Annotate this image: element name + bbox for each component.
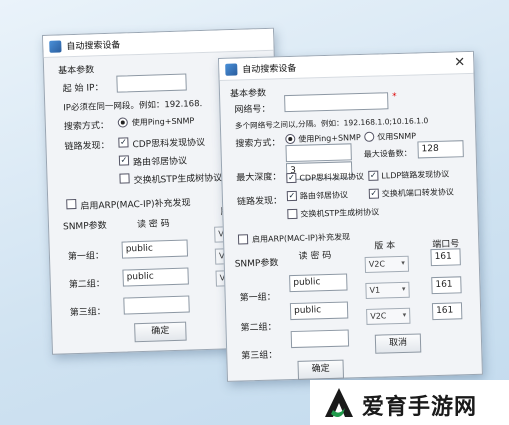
back-snmp-params: SNMP参数 xyxy=(62,221,107,233)
front-group2-version-value: V1 xyxy=(369,285,381,295)
front-ospf-checkbox[interactable]: ✓ xyxy=(286,190,298,202)
front-basic-params: 基本参数 xyxy=(229,88,267,100)
front-ospf-label: 路由邻居协议 xyxy=(299,190,348,201)
chevron-down-icon: ▾ xyxy=(401,258,405,267)
front-group3-version[interactable]: V2C ▾ xyxy=(366,307,411,325)
front-search-extra-input[interactable] xyxy=(285,143,352,163)
back-group1-label: 第一组： xyxy=(67,251,105,263)
front-version-header: 版 本 xyxy=(374,241,396,252)
app-icon xyxy=(225,62,238,76)
chevron-down-icon: ▾ xyxy=(402,310,407,319)
front-titlebar: 自动搜索设备 ✕ xyxy=(219,51,474,81)
front-cancel-button[interactable]: 取消 xyxy=(374,333,422,354)
chevron-down-icon: ▾ xyxy=(401,284,406,293)
front-radio-snmp-only[interactable] xyxy=(364,131,375,142)
front-subnet-input[interactable] xyxy=(284,92,389,113)
back-read-pwd-header: 读 密 码 xyxy=(136,219,170,231)
front-lldp-checkbox[interactable]: ✓ xyxy=(368,170,379,181)
back-arp-checkbox[interactable] xyxy=(66,199,77,210)
front-snmp-params: SNMP参数 xyxy=(234,258,279,270)
front-title: 自动搜索设备 xyxy=(242,63,297,76)
front-switch-port-checkbox[interactable]: ✓ xyxy=(368,188,379,199)
front-max-depth-label: 最大深度： xyxy=(236,172,282,184)
back-group3-pwd[interactable] xyxy=(123,295,190,315)
front-cdp-checkbox[interactable]: ✓ xyxy=(286,172,297,184)
front-group3-pwd[interactable] xyxy=(290,329,350,349)
back-group1-pwd[interactable]: public xyxy=(121,239,189,259)
back-cdp-label: CDP思科发现协议 xyxy=(132,137,206,151)
front-radio-ping-snmp[interactable] xyxy=(285,133,296,145)
front-switch-port-label: 交换机端口转发协议 xyxy=(381,187,454,199)
site-logo-banner: 爱育手游网 xyxy=(310,380,509,425)
back-radio-ping-snmp-label: 使用Ping+SNMP xyxy=(131,116,195,128)
front-cdp-label: CDP思科发现协议 xyxy=(299,171,365,183)
front-arp-label: 启用ARP(MAC-IP)补充发现 xyxy=(251,232,351,245)
back-stp-label: 交换机STP生成树协议 xyxy=(133,173,223,187)
front-radio-snmp-only-label: 仅用SNMP xyxy=(377,131,417,142)
front-subnet-note: 多个网络号之间以,分隔。例如：192.168.1.0;10.16.1.0 xyxy=(234,116,429,131)
back-group2-pwd[interactable]: public xyxy=(122,267,189,287)
back-ip-note: IP必须在同一网段。例如：192.168. xyxy=(63,99,203,114)
back-group2-label: 第二组： xyxy=(68,279,106,291)
back-start-ip-label: 起 始 IP： xyxy=(62,83,104,95)
front-group1-port[interactable]: 161 xyxy=(430,248,461,267)
front-link-label: 链路发现： xyxy=(236,196,283,208)
front-radio-ping-snmp-label: 使用Ping+SNMP xyxy=(298,133,361,144)
front-group2-label: 第二组： xyxy=(240,322,277,334)
front-search-mode-label: 搜索方式： xyxy=(235,138,281,150)
back-titlebar: 自动搜索设备 xyxy=(43,28,274,58)
front-group3-label: 第三组： xyxy=(241,350,278,362)
back-cdp-checkbox[interactable]: ✓ xyxy=(118,137,129,148)
back-stp-checkbox[interactable] xyxy=(119,173,130,184)
front-group2-port[interactable]: 161 xyxy=(431,276,462,295)
app-icon xyxy=(49,39,62,53)
back-basic-params: 基本参数 xyxy=(57,65,95,77)
back-link-label: 链路发现： xyxy=(64,140,110,153)
front-read-pwd-header: 读 密 码 xyxy=(298,250,332,262)
front-stp-checkbox[interactable] xyxy=(287,208,298,220)
front-dialog: 自动搜索设备 ✕ 基本参数 网络号： * 多个网络号之间以,分隔。例如：192.… xyxy=(218,50,483,382)
required-marker: * xyxy=(392,92,397,103)
front-lldp-label: LLDP链路发现协议 xyxy=(381,169,450,181)
close-icon[interactable]: ✕ xyxy=(454,55,465,70)
front-stp-label: 交换机STP生成树协议 xyxy=(300,207,380,219)
back-ospf-checkbox[interactable]: ✓ xyxy=(118,155,130,166)
back-search-mode-label: 搜索方式： xyxy=(63,120,110,133)
back-ospf-label: 路由邻居协议 xyxy=(132,156,188,169)
front-group2-version[interactable]: V1 ▾ xyxy=(365,281,410,299)
back-arp-label: 启用ARP(MAC-IP)补充发现 xyxy=(80,198,191,212)
front-arp-checkbox[interactable] xyxy=(237,234,249,245)
site-logo-text: 爱育手游网 xyxy=(362,395,478,420)
front-max-devices-label: 最大设备数： xyxy=(363,148,412,159)
front-group1-label: 第一组： xyxy=(239,292,276,304)
back-start-ip-input[interactable] xyxy=(116,73,187,93)
front-group2-pwd[interactable]: public xyxy=(289,301,349,321)
front-group1-version-value: V2C xyxy=(368,259,386,269)
back-title: 自动搜索设备 xyxy=(66,40,121,53)
front-group3-port[interactable]: 161 xyxy=(431,302,463,321)
back-group3-label: 第三组： xyxy=(69,307,106,319)
front-max-devices-input[interactable]: 128 xyxy=(417,140,464,159)
back-ok-button[interactable]: 确定 xyxy=(134,321,187,343)
front-subnet-label: 网络号： xyxy=(234,104,271,116)
front-ok-button[interactable]: 确定 xyxy=(297,359,345,380)
back-radio-ping-snmp[interactable] xyxy=(117,117,128,128)
front-group1-pwd[interactable]: public xyxy=(289,273,348,293)
logo-a-icon xyxy=(325,388,353,417)
front-group1-version[interactable]: V2C ▾ xyxy=(364,255,410,273)
front-group3-version-value: V2C xyxy=(370,311,387,321)
